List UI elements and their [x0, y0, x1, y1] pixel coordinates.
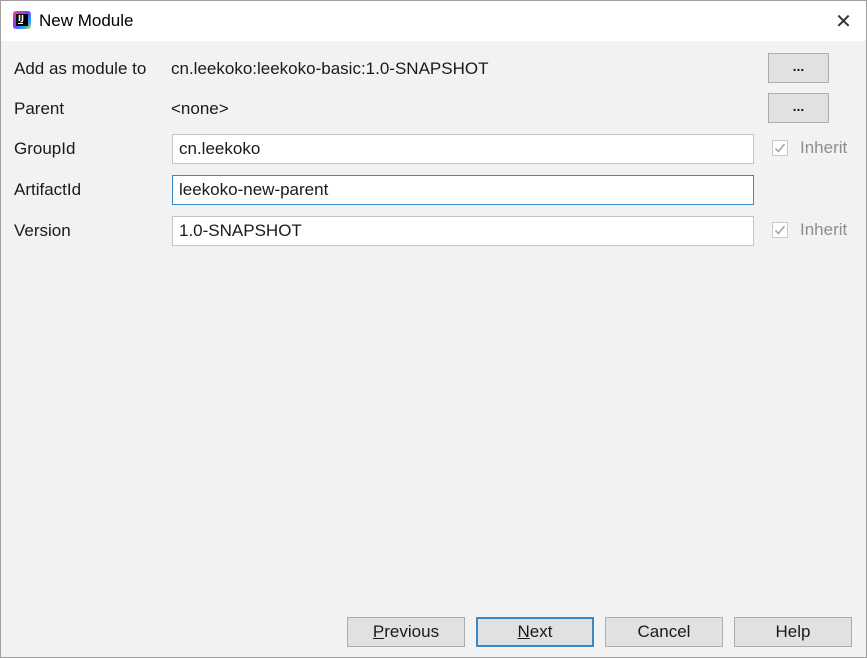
new-module-dialog: IJ New Module ✕ Add as module to cn.leek… — [0, 0, 867, 658]
next-button[interactable]: Next — [476, 617, 594, 647]
parent-value: <none> — [171, 99, 229, 118]
close-button[interactable]: ✕ — [821, 1, 866, 41]
groupid-inherit-label: Inherit — [800, 138, 848, 157]
version-inherit-box[interactable] — [772, 222, 788, 238]
groupid-inherit-checkbox[interactable]: Inherit — [772, 138, 847, 158]
next-mnemonic: N — [517, 622, 530, 641]
next-label: ext — [529, 622, 553, 641]
previous-mnemonic: P — [372, 622, 385, 641]
title-bar: IJ New Module ✕ — [1, 1, 866, 41]
parent-label: Parent — [14, 99, 65, 118]
version-inherit-checkbox[interactable]: Inherit — [772, 220, 847, 240]
version-label: Version — [14, 221, 71, 240]
cancel-button[interactable]: Cancel — [605, 617, 723, 647]
groupid-label: GroupId — [14, 139, 76, 158]
groupid-field[interactable] — [172, 134, 754, 164]
add-as-module-value: cn.leekoko:leekoko-basic:1.0-SNAPSHOT — [171, 59, 489, 78]
browse-module-button[interactable]: ... — [768, 53, 829, 83]
checkmark-icon — [774, 225, 786, 235]
version-inherit-label: Inherit — [800, 220, 848, 239]
checkmark-icon — [774, 143, 786, 153]
previous-button[interactable]: Previous — [347, 617, 465, 647]
version-field[interactable] — [172, 216, 754, 246]
artifactid-label: ArtifactId — [14, 180, 82, 199]
intellij-idea-icon: IJ — [13, 11, 31, 29]
artifactid-field[interactable] — [172, 175, 754, 205]
add-as-module-label: Add as module to — [14, 59, 147, 78]
help-button[interactable]: Help — [734, 617, 852, 647]
close-icon: ✕ — [835, 10, 852, 33]
window-title: New Module — [39, 11, 134, 30]
previous-label: revious — [384, 622, 440, 641]
browse-parent-button[interactable]: ... — [768, 93, 829, 123]
groupid-inherit-box[interactable] — [772, 140, 788, 156]
